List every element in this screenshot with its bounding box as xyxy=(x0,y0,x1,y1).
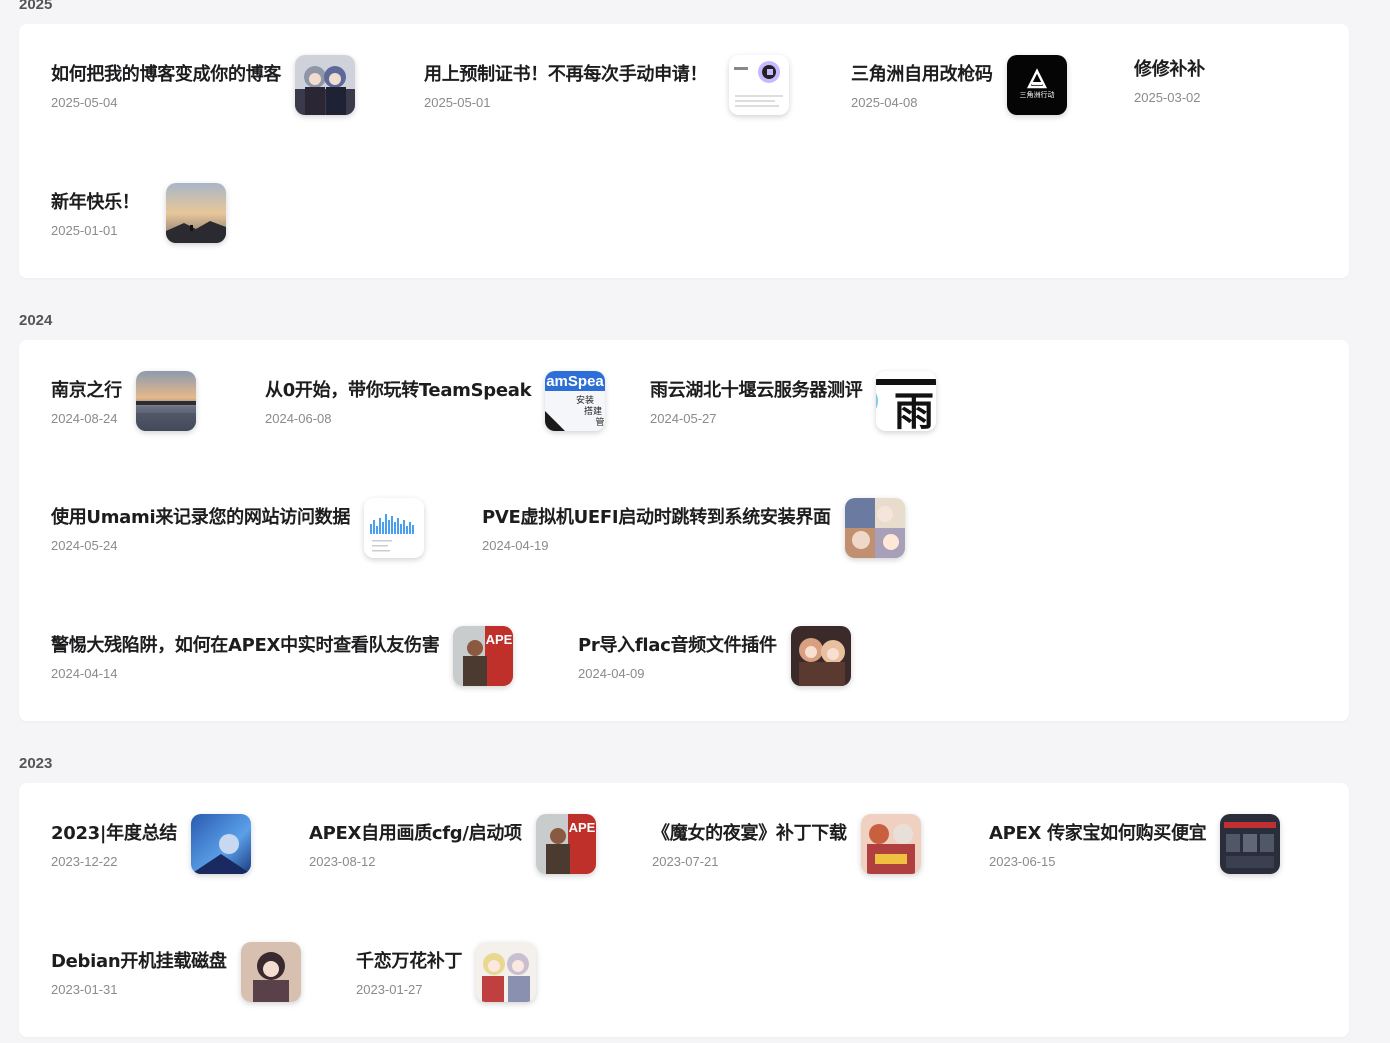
post-date: 2023-06-15 xyxy=(989,854,1056,869)
post-date: 2023-01-31 xyxy=(51,982,118,997)
post-title[interactable]: Pr导入flac音频文件插件 xyxy=(578,631,777,657)
year-heading-2025: 2025 xyxy=(19,0,53,13)
post-item[interactable]: Pr导入flac音频文件插件 2024-04-09 xyxy=(578,626,851,686)
post-title[interactable]: 新年快乐！ xyxy=(51,188,140,214)
post-item[interactable]: 新年快乐！ 2025-01-01 xyxy=(51,183,226,243)
anime-duo-thumbnail[interactable] xyxy=(476,942,537,1002)
post-title[interactable]: 使用Umami来记录您的网站访问数据 xyxy=(51,503,350,529)
blue-anime-scene-thumbnail[interactable] xyxy=(190,814,251,874)
post-item[interactable]: APEX 传家宝如何购买便宜 2023-06-15 xyxy=(989,814,1281,874)
post-date: 2025-05-01 xyxy=(424,95,491,110)
apex-logo-text: APE xyxy=(486,632,513,647)
post-title[interactable]: 雨云湖北十堰云服务器测评 xyxy=(650,376,863,402)
sunset-landscape-thumbnail[interactable] xyxy=(165,183,226,243)
post-item[interactable]: 千恋万花补丁 2023-01-27 xyxy=(356,942,537,1002)
post-title[interactable]: 《魔女的夜宴》补丁下载 xyxy=(652,819,847,845)
anime-character-thumbnail[interactable] xyxy=(790,626,851,686)
certificate-app-thumbnail[interactable] xyxy=(729,55,790,115)
teamspeak-banner-text: amSpea xyxy=(547,373,605,390)
apex-legends-thumbnail[interactable]: APE xyxy=(453,626,514,686)
post-date: 2025-04-08 xyxy=(851,95,918,110)
post-date: 2023-01-27 xyxy=(356,982,423,997)
post-item[interactable]: 如何把我的博客变成你的博客 2025-05-04 xyxy=(51,55,356,115)
post-date: 2024-05-27 xyxy=(650,411,717,426)
post-title[interactable]: APEX自用画质cfg/启动项 xyxy=(309,819,522,845)
lake-sunset-thumbnail[interactable] xyxy=(135,371,196,431)
post-item[interactable]: 《魔女的夜宴》补丁下载 2023-07-21 xyxy=(652,814,921,874)
anime-girls-thumbnail[interactable] xyxy=(295,55,356,115)
delta-force-logo-text: 三角洲行动 xyxy=(1019,90,1054,99)
post-title[interactable]: 如何把我的博客变成你的博客 xyxy=(51,60,281,86)
year-heading-2023: 2023 xyxy=(19,755,53,772)
post-item[interactable]: 三角洲自用改枪码 2025-04-08 三角洲行动 xyxy=(851,55,1067,115)
delta-force-logo-thumbnail[interactable]: 三角洲行动 xyxy=(1006,55,1067,115)
apex-legends-thumbnail[interactable]: APE xyxy=(535,814,596,874)
rainyun-logo-text: 雨 xyxy=(894,389,934,431)
year-card-2023: 2023|年度总结 2023-12-22 APEX自用画质cfg/启动项 202… xyxy=(19,783,1349,1037)
post-item[interactable]: 2023|年度总结 2023-12-22 xyxy=(51,814,251,874)
post-item[interactable]: 修修补补 2025-03-02 xyxy=(1134,55,1205,105)
post-date: 2025-03-02 xyxy=(1134,90,1201,105)
visual-novel-cover-thumbnail[interactable] xyxy=(860,814,921,874)
year-card-2025: 如何把我的博客变成你的博客 2025-05-04 用上预制证书！不再每次手动申请… xyxy=(19,24,1349,278)
post-item[interactable]: 从0开始，带你玩转TeamSpeak 2024-06-08 amSpea 安装 搭建… xyxy=(265,371,606,431)
post-title[interactable]: APEX 传家宝如何购买便宜 xyxy=(989,819,1207,845)
post-title[interactable]: 警惕大残陷阱，如何在APEX中实时查看队友伤害 xyxy=(51,631,440,657)
post-item[interactable]: APEX自用画质cfg/启动项 2023-08-12 APE xyxy=(309,814,596,874)
post-date: 2024-04-09 xyxy=(578,666,645,681)
teamspeak-banner-text: 安装 xyxy=(576,394,594,406)
post-title[interactable]: 2023|年度总结 xyxy=(51,819,177,845)
anime-portrait-thumbnail[interactable] xyxy=(240,942,301,1002)
year-card-2024: 南京之行 2024-08-24 从0开始，带你玩转TeamSpeak 2024-… xyxy=(19,340,1349,721)
post-date: 2023-08-12 xyxy=(309,854,376,869)
post-date: 2023-07-21 xyxy=(652,854,719,869)
teamspeak-banner-text: 搭建 xyxy=(584,405,602,417)
post-title[interactable]: 千恋万花补丁 xyxy=(356,947,463,973)
apex-store-thumbnail[interactable] xyxy=(1220,814,1281,874)
post-item[interactable]: 使用Umami来记录您的网站访问数据 2024-05-24 xyxy=(51,498,425,558)
post-date: 2025-05-04 xyxy=(51,95,118,110)
post-item[interactable]: 雨云湖北十堰云服务器测评 2024-05-27 雨 xyxy=(650,371,937,431)
post-date: 2023-12-22 xyxy=(51,854,118,869)
post-item[interactable]: 用上预制证书！不再每次手动申请！ 2025-05-01 xyxy=(424,55,790,115)
apex-logo-text: APE xyxy=(568,820,595,835)
analytics-chart-thumbnail[interactable] xyxy=(364,498,425,558)
post-title[interactable]: 修修补补 xyxy=(1134,55,1205,81)
post-date: 2024-04-14 xyxy=(51,666,118,681)
post-title[interactable]: 三角洲自用改枪码 xyxy=(851,60,993,86)
year-heading-2024: 2024 xyxy=(19,312,53,329)
post-title[interactable]: 南京之行 xyxy=(51,376,122,402)
post-date: 2024-05-24 xyxy=(51,538,118,553)
anime-collage-thumbnail[interactable] xyxy=(844,498,905,558)
post-date: 2024-08-24 xyxy=(51,411,118,426)
teamspeak-banner-text: 管 xyxy=(596,416,605,428)
post-title[interactable]: 用上预制证书！不再每次手动申请！ xyxy=(424,60,708,86)
post-item[interactable]: Debian开机挂载磁盘 2023-01-31 xyxy=(51,942,301,1002)
post-item[interactable]: 警惕大残陷阱，如何在APEX中实时查看队友伤害 2024-04-14 APE xyxy=(51,626,514,686)
teamspeak-banner-thumbnail[interactable]: amSpea 安装 搭建管 xyxy=(545,371,606,431)
post-title[interactable]: Debian开机挂载磁盘 xyxy=(51,947,227,973)
post-title[interactable]: 从0开始，带你玩转TeamSpeak xyxy=(265,376,532,402)
post-date: 2024-06-08 xyxy=(265,411,332,426)
post-date: 2024-04-19 xyxy=(482,538,549,553)
rainyun-logo-thumbnail[interactable]: 雨 xyxy=(876,371,937,431)
post-item[interactable]: 南京之行 2024-08-24 xyxy=(51,371,196,431)
post-title[interactable]: PVE虚拟机UEFI启动时跳转到系统安装界面 xyxy=(482,503,831,529)
post-item[interactable]: PVE虚拟机UEFI启动时跳转到系统安装界面 2024-04-19 xyxy=(482,498,905,558)
post-date: 2025-01-01 xyxy=(51,223,118,238)
